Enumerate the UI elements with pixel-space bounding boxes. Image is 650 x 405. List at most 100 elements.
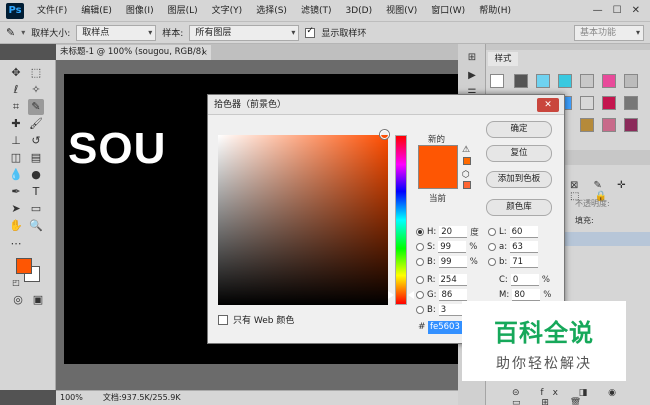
style-swatch[interactable] bbox=[602, 74, 616, 88]
maximize-button[interactable]: ☐ bbox=[613, 5, 622, 16]
layer-fill-label[interactable]: 填充: bbox=[575, 215, 594, 226]
history-panel-icon[interactable]: ⊞ bbox=[464, 52, 480, 66]
radio-s[interactable] bbox=[416, 243, 424, 251]
magic-wand-icon[interactable]: ✧ bbox=[28, 82, 44, 98]
field-s[interactable]: S: 99 % bbox=[416, 240, 477, 254]
add-to-swatches-button[interactable]: 添加到色板 bbox=[486, 171, 552, 188]
more-tools-icon[interactable]: ⋯ bbox=[8, 236, 24, 252]
menu-layer[interactable]: 图层(L) bbox=[161, 0, 205, 22]
style-none-swatch[interactable] bbox=[490, 74, 504, 88]
menu-image[interactable]: 图像(I) bbox=[119, 0, 161, 22]
input-g[interactable]: 86 bbox=[439, 289, 468, 301]
layer-row-selected[interactable] bbox=[564, 232, 650, 246]
ok-button[interactable]: 确定 bbox=[486, 121, 552, 138]
color-libraries-button[interactable]: 颜色库 bbox=[486, 199, 552, 216]
eyedropper-tool-icon[interactable]: ✎ bbox=[28, 99, 44, 115]
style-swatch[interactable] bbox=[602, 96, 616, 110]
hand-tool-icon[interactable]: ✋ bbox=[8, 218, 24, 234]
input-h[interactable]: 20 bbox=[439, 226, 468, 238]
foreground-color-front[interactable] bbox=[16, 258, 32, 274]
screen-mode-icon[interactable]: ▣ bbox=[30, 292, 46, 308]
input-lab-b[interactable]: 71 bbox=[510, 256, 539, 268]
lasso-tool-icon[interactable]: ℓ bbox=[8, 82, 24, 98]
brush-tool-icon[interactable]: 🖌 bbox=[28, 116, 44, 132]
crop-tool-icon[interactable]: ⌗ bbox=[8, 99, 24, 115]
style-swatch[interactable] bbox=[580, 96, 594, 110]
hex-input[interactable]: fe5603 bbox=[428, 321, 462, 334]
style-swatch[interactable] bbox=[624, 118, 638, 132]
sample-size-select[interactable]: 取样点 bbox=[76, 24, 157, 41]
eyedropper-icon[interactable]: ✎ bbox=[6, 26, 15, 39]
blur-tool-icon[interactable]: 💧 bbox=[8, 167, 24, 183]
type-tool-icon[interactable]: T bbox=[28, 184, 44, 200]
web-safe-cube-icon[interactable]: ⬡ bbox=[462, 170, 470, 180]
field-b[interactable]: B: 99 % bbox=[416, 255, 478, 269]
input-s[interactable]: 99 bbox=[438, 241, 467, 253]
style-swatch[interactable] bbox=[624, 74, 638, 88]
radio-lab-b[interactable] bbox=[488, 258, 496, 266]
shape-tool-icon[interactable]: ▭ bbox=[28, 201, 44, 217]
dialog-close-button[interactable]: ✕ bbox=[537, 98, 559, 112]
menu-3d[interactable]: 3D(D) bbox=[338, 0, 379, 22]
radio-g[interactable] bbox=[416, 291, 424, 299]
input-c[interactable]: 0 bbox=[510, 274, 539, 286]
zoom-level[interactable]: 100% bbox=[60, 391, 83, 405]
menu-edit[interactable]: 编辑(E) bbox=[74, 0, 119, 22]
document-tab-close[interactable]: × bbox=[201, 45, 211, 60]
dodge-tool-icon[interactable]: ● bbox=[28, 167, 44, 183]
field-c[interactable]: C: 0 % bbox=[499, 273, 550, 287]
pen-tool-icon[interactable]: ✒ bbox=[8, 184, 24, 200]
move-tool-icon[interactable]: ✥ bbox=[8, 65, 24, 81]
menu-window[interactable]: 窗口(W) bbox=[424, 0, 472, 22]
menu-view[interactable]: 视图(V) bbox=[379, 0, 424, 22]
tab-styles[interactable]: 样式 bbox=[488, 52, 518, 66]
radio-h[interactable] bbox=[416, 228, 424, 236]
healing-brush-icon[interactable]: ✚ bbox=[8, 116, 24, 132]
input-b[interactable]: 99 bbox=[438, 256, 467, 268]
zoom-tool-icon[interactable]: 🔍 bbox=[28, 218, 44, 234]
stamp-tool-icon[interactable]: ⊥ bbox=[8, 133, 24, 149]
field-a[interactable]: a: 63 bbox=[488, 240, 539, 254]
close-window-button[interactable]: ✕ bbox=[632, 5, 640, 16]
saturation-brightness-field[interactable] bbox=[218, 135, 388, 305]
tool-preset-arrow[interactable]: ▾ bbox=[21, 28, 25, 37]
layer-opacity-label[interactable]: 不透明度: bbox=[575, 198, 610, 209]
field-r[interactable]: R: 254 bbox=[416, 273, 467, 287]
style-swatch[interactable] bbox=[514, 74, 528, 88]
default-colors-icon[interactable]: ◰ bbox=[8, 275, 24, 291]
radio-a[interactable] bbox=[488, 243, 496, 251]
gradient-tool-icon[interactable]: ▤ bbox=[28, 150, 44, 166]
workspace-select[interactable]: 基本功能 bbox=[574, 24, 644, 41]
actions-panel-icon[interactable]: ▶ bbox=[464, 70, 480, 84]
style-swatch[interactable] bbox=[536, 74, 550, 88]
input-m[interactable]: 80 bbox=[512, 289, 541, 301]
hue-slider-handle-left[interactable] bbox=[388, 291, 394, 299]
document-tab[interactable]: 未标题-1 @ 100% (sougou, RGB/8) * bbox=[56, 45, 211, 72]
sample-select[interactable]: 所有图层 bbox=[189, 24, 300, 41]
web-only-option[interactable]: 只有 Web 颜色 bbox=[218, 313, 294, 326]
web-only-checkbox[interactable] bbox=[218, 314, 228, 325]
menu-help[interactable]: 帮助(H) bbox=[472, 0, 518, 22]
radio-l[interactable] bbox=[488, 228, 496, 236]
input-a[interactable]: 63 bbox=[510, 241, 539, 253]
field-l[interactable]: L: 60 bbox=[488, 225, 538, 239]
show-ring-checkbox[interactable] bbox=[305, 26, 316, 38]
style-swatch[interactable] bbox=[558, 74, 572, 88]
color-marker[interactable] bbox=[380, 130, 389, 139]
menu-select[interactable]: 选择(S) bbox=[249, 0, 294, 22]
eraser-tool-icon[interactable]: ◫ bbox=[8, 150, 24, 166]
field-h[interactable]: H: 20 度 bbox=[416, 225, 479, 239]
gamut-color-swatch[interactable] bbox=[463, 157, 471, 165]
style-swatch[interactable] bbox=[602, 118, 616, 132]
quick-mask-icon[interactable]: ◎ bbox=[10, 292, 26, 308]
gamut-warning-icon[interactable]: ⚠ bbox=[462, 145, 470, 155]
style-swatch[interactable] bbox=[624, 96, 638, 110]
menu-file[interactable]: 文件(F) bbox=[30, 0, 74, 22]
field-g[interactable]: G: 86 bbox=[416, 288, 468, 302]
input-r[interactable]: 254 bbox=[438, 274, 467, 286]
field-blue[interactable]: B: 3 bbox=[416, 303, 467, 317]
menu-filter[interactable]: 滤镜(T) bbox=[294, 0, 339, 22]
minimize-button[interactable]: — bbox=[593, 5, 603, 16]
input-l[interactable]: 60 bbox=[509, 226, 538, 238]
menu-type[interactable]: 文字(Y) bbox=[205, 0, 250, 22]
